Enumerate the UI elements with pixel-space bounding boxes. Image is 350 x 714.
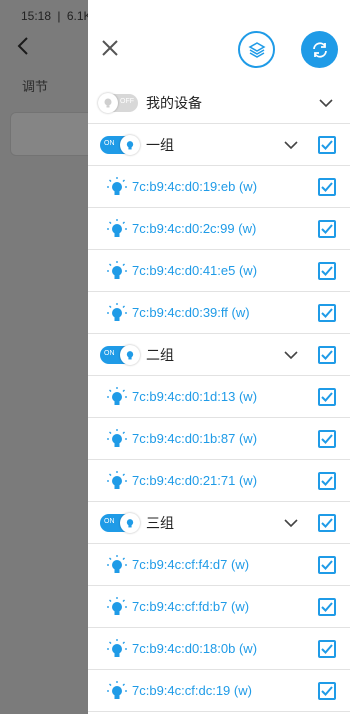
device-row[interactable]: 7c:b9:4c:cf:f4:d7 (w) bbox=[88, 544, 350, 586]
device-checkbox[interactable] bbox=[318, 303, 336, 322]
group-name: 一组 bbox=[146, 137, 174, 154]
group-checkbox[interactable] bbox=[318, 345, 336, 364]
close-icon[interactable] bbox=[100, 38, 120, 58]
device-checkbox[interactable] bbox=[318, 429, 336, 448]
device-row[interactable]: 7c:b9:4c:d0:1b:87 (w) bbox=[88, 418, 350, 460]
device-row[interactable]: 7c:b9:4c:d0:19:eb (w) bbox=[88, 166, 350, 208]
device-row[interactable]: 7c:b9:4c:d0:1d:13 (w) bbox=[88, 376, 350, 418]
group-row[interactable]: ON 一组 bbox=[88, 124, 350, 166]
bulb-icon bbox=[106, 302, 128, 324]
device-drawer: OFF 我的设备 ON 一组 7c:b9:4c:d0:19:eb (w) 7c:b9:… bbox=[88, 0, 350, 714]
bulb-on-icon bbox=[120, 134, 140, 155]
layers-icon bbox=[247, 41, 266, 58]
device-name: 7c:b9:4c:d0:39:ff (w) bbox=[132, 305, 250, 320]
device-checkbox[interactable] bbox=[318, 555, 336, 574]
bulb-icon bbox=[106, 596, 128, 618]
bulb-icon bbox=[106, 260, 128, 282]
chevron-down-icon[interactable] bbox=[284, 140, 298, 150]
bulb-icon bbox=[106, 428, 128, 450]
device-checkbox[interactable] bbox=[318, 639, 336, 658]
my-devices-row[interactable]: OFF 我的设备 bbox=[88, 82, 350, 124]
status-time: 15:18 bbox=[21, 9, 52, 23]
bulb-icon bbox=[106, 176, 128, 198]
device-checkbox[interactable] bbox=[318, 471, 336, 490]
my-devices-toggle[interactable]: OFF bbox=[98, 92, 138, 113]
device-name: 7c:b9:4c:d0:21:71 (w) bbox=[132, 473, 258, 488]
device-name: 7c:b9:4c:d0:2c:99 (w) bbox=[132, 221, 257, 236]
device-name: 7c:b9:4c:cf:f4:d7 (w) bbox=[132, 557, 250, 572]
chevron-down-icon[interactable] bbox=[284, 518, 298, 528]
bulb-on-icon bbox=[120, 344, 140, 365]
device-row[interactable]: 7c:b9:4c:cf:dc:19 (w) bbox=[88, 670, 350, 712]
device-checkbox[interactable] bbox=[318, 177, 336, 196]
device-row[interactable]: 7c:b9:4c:d0:41:e5 (w) bbox=[88, 250, 350, 292]
group-name: 三组 bbox=[146, 515, 174, 532]
device-row[interactable]: 7c:b9:4c:d0:18:0b (w) bbox=[88, 628, 350, 670]
group-name: 二组 bbox=[146, 347, 174, 364]
device-row[interactable]: 7c:b9:4c:d0:39:ff (w) bbox=[88, 292, 350, 334]
group-row[interactable]: ON 二组 bbox=[88, 334, 350, 376]
device-name: 7c:b9:4c:d0:1b:87 (w) bbox=[132, 431, 258, 446]
bulb-off-icon bbox=[98, 92, 118, 113]
group-row[interactable]: ON 三组 bbox=[88, 502, 350, 544]
bulb-icon bbox=[106, 218, 128, 240]
device-name: 7c:b9:4c:d0:1d:13 (w) bbox=[132, 389, 258, 404]
bulb-icon bbox=[106, 554, 128, 576]
refresh-icon bbox=[312, 41, 327, 58]
device-checkbox[interactable] bbox=[318, 597, 336, 616]
device-name: 7c:b9:4c:d0:19:eb (w) bbox=[132, 179, 258, 194]
bulb-icon bbox=[106, 680, 128, 702]
device-name: 7c:b9:4c:d0:41:e5 (w) bbox=[132, 263, 258, 278]
group-checkbox[interactable] bbox=[318, 135, 336, 154]
device-checkbox[interactable] bbox=[318, 681, 336, 700]
bulb-icon bbox=[106, 638, 128, 660]
device-row[interactable]: 7c:b9:4c:d0:2c:99 (w) bbox=[88, 208, 350, 250]
device-name: 7c:b9:4c:cf:dc:19 (w) bbox=[132, 683, 252, 698]
device-row[interactable]: 7c:b9:4c:cf:fd:b7 (w) bbox=[88, 586, 350, 628]
chevron-down-icon[interactable] bbox=[284, 350, 298, 360]
device-checkbox[interactable] bbox=[318, 219, 336, 238]
chevron-down-icon[interactable] bbox=[319, 98, 333, 108]
group-toggle[interactable]: ON bbox=[100, 344, 140, 365]
group-toggle[interactable]: ON bbox=[100, 512, 140, 533]
group-toggle[interactable]: ON bbox=[100, 134, 140, 155]
device-name: 7c:b9:4c:cf:fd:b7 (w) bbox=[132, 599, 250, 614]
bulb-icon bbox=[106, 386, 128, 408]
device-checkbox[interactable] bbox=[318, 387, 336, 406]
refresh-button[interactable] bbox=[301, 31, 338, 68]
my-devices-title: 我的设备 bbox=[146, 95, 202, 112]
device-list: OFF 我的设备 ON 一组 7c:b9:4c:d0:19:eb (w) 7c:b9:… bbox=[88, 82, 350, 712]
drawer-header bbox=[88, 28, 350, 78]
device-row[interactable]: 7c:b9:4c:d0:21:71 (w) bbox=[88, 460, 350, 502]
bulb-icon bbox=[106, 470, 128, 492]
group-checkbox[interactable] bbox=[318, 513, 336, 532]
bulb-on-icon bbox=[120, 512, 140, 533]
device-checkbox[interactable] bbox=[318, 261, 336, 280]
layers-button[interactable] bbox=[238, 31, 275, 68]
device-name: 7c:b9:4c:d0:18:0b (w) bbox=[132, 641, 258, 656]
